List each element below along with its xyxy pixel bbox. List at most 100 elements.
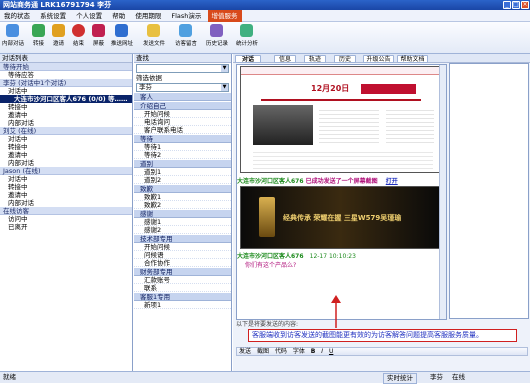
tab-upgrade-notice[interactable]: 升级公告 <box>363 55 394 63</box>
reply-item[interactable]: 新项1 <box>134 301 231 309</box>
underline-button[interactable]: U <box>327 348 335 356</box>
menu-personal-settings[interactable]: 个人设置 <box>72 10 106 22</box>
realtime-stats-button[interactable]: 实时统计 <box>383 373 417 384</box>
tree-item[interactable]: 内部对话 <box>0 159 132 167</box>
tab-help-docs[interactable]: 帮助文档 <box>397 55 428 63</box>
tab-chat[interactable]: 对话 <box>235 55 261 63</box>
tree-group-agent-liuai[interactable]: 刘艾 (在线) <box>0 127 132 135</box>
tree-group-waiting[interactable]: 等待开始 <box>0 63 132 71</box>
menu-flash-demo[interactable]: Flash演示 <box>167 10 205 22</box>
reply-item[interactable]: 等待2 <box>134 151 231 159</box>
tree-item[interactable]: 对话中 <box>0 135 132 143</box>
push-url-button[interactable]: 推送网址 <box>111 24 133 47</box>
screenshot-preview-1[interactable]: 12月20日 <box>240 66 440 173</box>
invite-icon <box>52 24 65 37</box>
screenshot-preview-2[interactable]: 经典传承 荣耀在握 三星W579吴瑾瑜 <box>240 186 440 249</box>
tree-item[interactable]: 邀请中 <box>0 111 132 119</box>
bold-button[interactable]: B <box>309 348 318 356</box>
tree-group-online-visitors[interactable]: 在线访客 <box>0 207 132 215</box>
tab-track[interactable]: 轨迹 <box>304 55 326 63</box>
end-chat-button[interactable]: 结束 <box>68 24 89 47</box>
title-bar: 网站商务通 LRK16791794 李芬 <box>0 0 530 10</box>
reply-category[interactable]: 感谢 <box>134 210 231 218</box>
status-bar: 就绪 实时统计 李芬 在线 <box>0 371 530 384</box>
tree-item[interactable]: 对话中 <box>0 87 132 95</box>
reply-category[interactable]: 技术部专用 <box>134 235 231 243</box>
menu-help[interactable]: 帮助 <box>108 10 129 22</box>
menu-license[interactable]: 使用期限 <box>131 10 165 22</box>
history-button[interactable]: 历史记录 <box>206 24 228 47</box>
tree-item[interactable]: 转接中 <box>0 143 132 151</box>
close-button[interactable]: × <box>521 1 529 9</box>
reply-item[interactable]: 道别1 <box>134 168 231 176</box>
message-time: 12-17 10:10:23 <box>309 253 356 260</box>
tree-item[interactable]: 邀请中 <box>0 151 132 159</box>
internal-chat-button[interactable]: 内部对话 <box>2 24 24 47</box>
tab-info[interactable]: 信息 <box>274 55 296 63</box>
send-button[interactable]: 发送 <box>237 348 253 356</box>
visitor-message-button[interactable]: 访客留言 <box>175 24 197 47</box>
reply-item[interactable]: 感谢1 <box>134 218 231 226</box>
reply-item[interactable]: 致歉1 <box>134 193 231 201</box>
tree-item[interactable]: 内部对话 <box>0 199 132 207</box>
filter-select[interactable]: 李芬 ▼ <box>136 83 229 92</box>
tree-item[interactable]: 转接中 <box>0 103 132 111</box>
reply-category[interactable]: 等待 <box>134 135 231 143</box>
tree-item[interactable]: 邀请中 <box>0 191 132 199</box>
reply-item[interactable]: 联系 <box>134 284 231 292</box>
selected-visitor-conversation[interactable]: 大连市沙河口区客人676 (0/0) 等…… <box>0 95 132 103</box>
tree-group-agent-jason[interactable]: Jason (在线) <box>0 167 132 175</box>
open-screenshot-link[interactable]: 打开 <box>386 178 398 185</box>
reply-category[interactable]: 致歉 <box>134 185 231 193</box>
menu-value-added[interactable]: 增值服务 <box>207 10 242 22</box>
reply-item[interactable]: 开始问候 <box>134 243 231 251</box>
globe-icon <box>115 24 128 37</box>
reply-item[interactable]: 等待1 <box>134 143 231 151</box>
end-icon <box>72 24 85 37</box>
font-button[interactable]: 字体 <box>291 348 307 356</box>
tree-item[interactable]: 对话中 <box>0 175 132 183</box>
tab-history[interactable]: 历史 <box>334 55 356 63</box>
reply-item[interactable]: 道别2 <box>134 176 231 184</box>
search-label: 查找 <box>134 54 231 63</box>
reply-item[interactable]: 开始问候 <box>134 110 231 118</box>
chevron-down-icon[interactable]: ▼ <box>221 84 228 91</box>
maximize-button[interactable]: □ <box>512 1 520 9</box>
transfer-button[interactable]: 转接 <box>28 24 49 47</box>
tree-group-agent-lifen[interactable]: 李芬 (对话中1个对话) <box>0 79 132 87</box>
reply-item[interactable]: 合作协作 <box>134 259 231 267</box>
tree-item[interactable]: 等待应答 <box>0 71 132 79</box>
reply-category[interactable]: 客人 <box>134 93 231 101</box>
statistics-button[interactable]: 统计分析 <box>236 24 258 47</box>
reply-item[interactable]: 电话询问 <box>134 118 231 126</box>
menu-bar: 我的状态 系统设置 个人设置 帮助 使用期限 Flash演示 增值服务 <box>0 10 530 22</box>
reply-category[interactable]: 道别 <box>134 160 231 168</box>
message-2-text: 你们有这个产品么? <box>245 262 297 269</box>
reply-item[interactable]: 汇款账号 <box>134 276 231 284</box>
minimize-button[interactable]: _ <box>503 1 511 9</box>
reply-category[interactable]: 客服1专用 <box>134 293 231 301</box>
reply-item[interactable]: 客户联系电话 <box>134 126 231 134</box>
search-input[interactable]: ▼ <box>136 64 229 73</box>
message-scrollbar[interactable] <box>439 65 446 319</box>
tree-item[interactable]: 转接中 <box>0 183 132 191</box>
chevron-down-icon[interactable]: ▼ <box>221 65 228 72</box>
italic-button[interactable]: I <box>319 348 325 356</box>
tree-item[interactable]: 已离开 <box>0 223 132 231</box>
reply-item[interactable]: 致歉2 <box>134 201 231 209</box>
invite-button[interactable]: 邀请 <box>48 24 69 47</box>
menu-status[interactable]: 我的状态 <box>0 10 34 22</box>
block-button[interactable]: 屏蔽 <box>88 24 109 47</box>
code-button[interactable]: 代码 <box>273 348 289 356</box>
input-prompt: 以下是将要发送的内容: <box>236 321 299 328</box>
reply-item[interactable]: 问候语 <box>134 251 231 259</box>
message-window: 12月20日 大连市沙河口区客人676 已成功发送了一个屏幕截图 打开 经典传承… <box>236 64 447 320</box>
tree-item[interactable]: 访问中 <box>0 215 132 223</box>
tree-item[interactable]: 内部对话 <box>0 119 132 127</box>
send-file-button[interactable]: 发送文件 <box>143 24 165 47</box>
reply-category[interactable]: 财务部专用 <box>134 268 231 276</box>
reply-category[interactable]: 介绍自己 <box>134 102 231 110</box>
menu-system-settings[interactable]: 系统设置 <box>36 10 70 22</box>
reply-item[interactable]: 感谢2 <box>134 226 231 234</box>
screenshot-button[interactable]: 截图 <box>255 348 271 356</box>
